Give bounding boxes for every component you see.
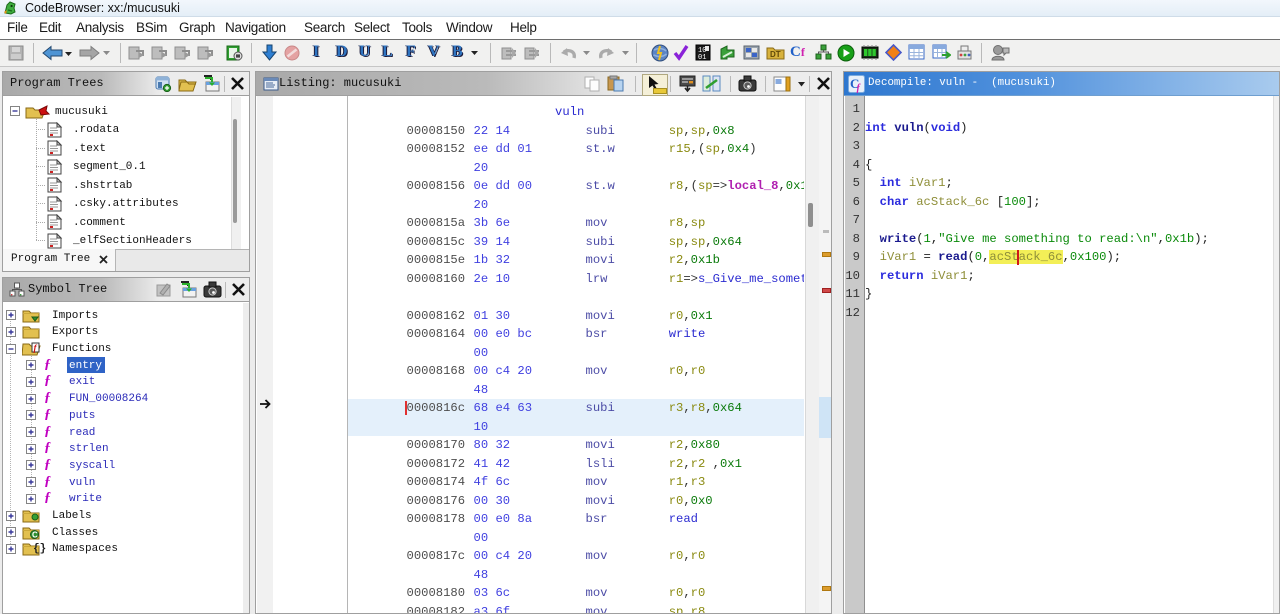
svg-text:DT: DT xyxy=(770,50,781,59)
svg-text:01: 01 xyxy=(698,54,706,61)
svg-text:C: C xyxy=(32,530,38,539)
